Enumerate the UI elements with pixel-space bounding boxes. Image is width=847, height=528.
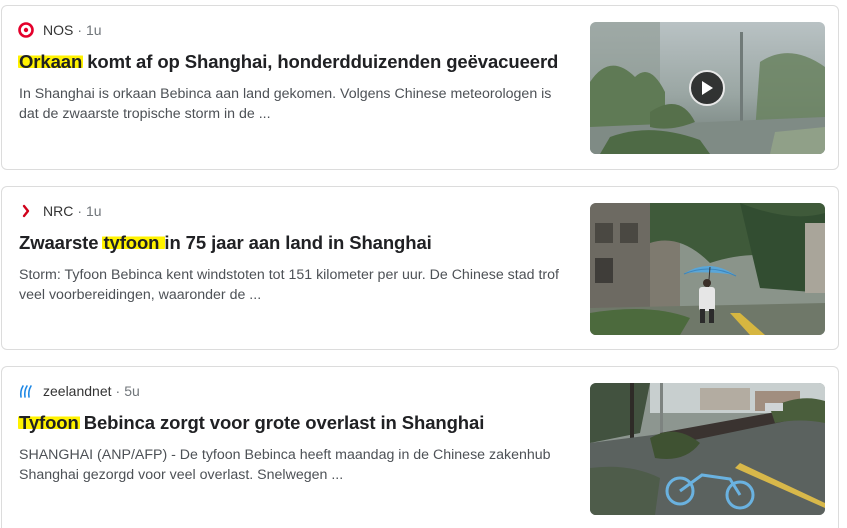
news-card[interactable]: NOS · 1u Orkaan komt af op Shanghai, hon… bbox=[1, 5, 839, 170]
news-feed: NOS · 1u Orkaan komt af op Shanghai, hon… bbox=[0, 0, 847, 528]
article-thumbnail[interactable] bbox=[590, 203, 825, 335]
source-separator: · bbox=[115, 383, 121, 399]
source-name[interactable]: zeelandnet bbox=[43, 383, 112, 399]
headline-text: Bebinca zorgt voor grote overlast in Sha… bbox=[78, 412, 485, 433]
article-headline[interactable]: Orkaan komt af op Shanghai, honderdduize… bbox=[18, 51, 574, 73]
zeelandnet-logo-icon bbox=[18, 383, 34, 399]
article-headline[interactable]: Tyfoon Bebinca zorgt voor grote overlast… bbox=[18, 412, 574, 434]
source-separator: · bbox=[77, 203, 83, 219]
nos-logo-icon bbox=[18, 22, 34, 38]
article-age: 1u bbox=[86, 203, 102, 219]
article-thumbnail[interactable] bbox=[590, 22, 825, 154]
play-icon bbox=[702, 81, 713, 95]
nrc-logo-icon bbox=[18, 203, 34, 219]
article-age: 5u bbox=[124, 383, 140, 399]
source-row: NRC · 1u bbox=[18, 202, 102, 220]
headline-text: komt af op Shanghai, honderdduizenden ge… bbox=[82, 51, 559, 72]
source-row: zeelandnet · 5u bbox=[18, 382, 140, 400]
highlighted-keyword: tyfoon bbox=[102, 232, 166, 253]
article-thumbnail[interactable] bbox=[590, 383, 825, 515]
news-card[interactable]: NRC · 1u Zwaarste tyfoon in 75 jaar aan … bbox=[1, 186, 839, 350]
highlighted-keyword: Tyfoon bbox=[18, 412, 80, 433]
article-headline[interactable]: Zwaarste tyfoon in 75 jaar aan land in S… bbox=[19, 232, 574, 254]
source-row: NOS · 1u bbox=[18, 21, 102, 39]
source-separator: · bbox=[77, 22, 83, 38]
article-snippet: Storm: Tyfoon Bebinca kent windstoten to… bbox=[19, 267, 559, 303]
article-age: 1u bbox=[86, 22, 102, 38]
play-button[interactable] bbox=[689, 70, 725, 106]
article-snippet: In Shanghai is orkaan Bebinca aan land g… bbox=[19, 86, 552, 122]
news-card[interactable]: zeelandnet · 5u Tyfoon Bebinca zorgt voo… bbox=[1, 366, 839, 528]
highlighted-keyword: Orkaan bbox=[18, 51, 84, 72]
source-name[interactable]: NRC bbox=[43, 203, 73, 219]
article-snippet: SHANGHAI (ANP/AFP) - De tyfoon Bebinca h… bbox=[19, 447, 551, 483]
headline-text: Zwaarste bbox=[19, 232, 104, 253]
source-name[interactable]: NOS bbox=[43, 22, 73, 38]
headline-text: in 75 jaar aan land in Shanghai bbox=[164, 232, 432, 253]
